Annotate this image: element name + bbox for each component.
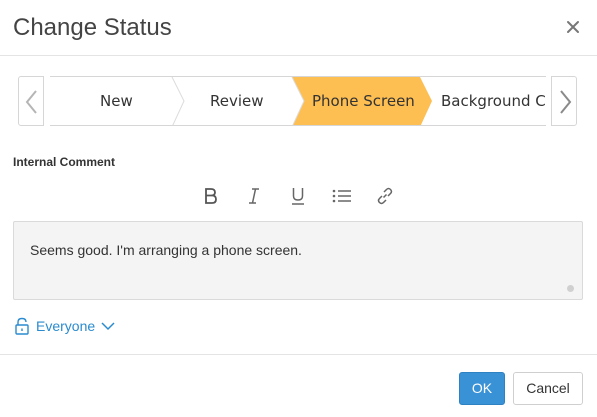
cancel-button[interactable]: Cancel — [513, 372, 583, 405]
status-stepper: New Review Phone Screen Background Ch — [18, 76, 580, 128]
chevron-down-icon — [101, 322, 115, 331]
chevron-left-icon — [25, 90, 37, 114]
dialog-title: Change Status — [13, 14, 172, 41]
stepper-next-button[interactable] — [551, 76, 577, 126]
formatting-toolbar — [0, 184, 597, 208]
bold-icon[interactable] — [198, 184, 222, 208]
visibility-label: Everyone — [36, 318, 96, 334]
close-icon[interactable] — [562, 16, 584, 38]
step-review[interactable]: Review — [210, 92, 264, 110]
status-steps: New Review Phone Screen Background Ch — [50, 76, 546, 126]
underline-icon[interactable] — [286, 184, 310, 208]
step-new[interactable]: New — [100, 92, 133, 110]
link-icon[interactable] — [373, 184, 397, 208]
italic-icon[interactable] — [242, 184, 266, 208]
stepper-prev-button[interactable] — [18, 76, 44, 126]
step-phone-screen[interactable]: Phone Screen — [312, 92, 415, 110]
step-background-check[interactable]: Background Ch — [441, 92, 546, 110]
comment-textarea[interactable]: Seems good. I'm arranging a phone screen… — [13, 221, 583, 300]
unlock-icon — [15, 317, 29, 335]
internal-comment-label: Internal Comment — [13, 155, 116, 169]
comment-text: Seems good. I'm arranging a phone screen… — [30, 242, 302, 258]
dialog-header: Change Status — [0, 0, 597, 56]
dialog-footer: OK Cancel — [0, 354, 597, 417]
ok-button[interactable]: OK — [459, 372, 505, 405]
chevron-right-icon — [560, 90, 572, 114]
change-status-dialog: Change Status New Review Phone Screen Ba… — [0, 0, 597, 417]
bulleted-list-icon[interactable] — [330, 184, 354, 208]
resize-handle[interactable] — [567, 285, 574, 292]
